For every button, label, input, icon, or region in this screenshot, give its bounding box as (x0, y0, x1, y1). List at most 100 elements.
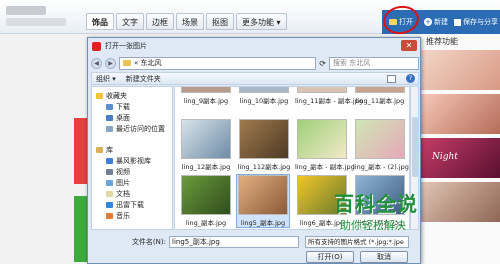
image-preview (297, 87, 347, 93)
file-thumbnail[interactable]: ling_112副本.jpg (237, 119, 291, 171)
nav-recent[interactable]: 最近访问的位置 (106, 124, 165, 134)
file-name: ling_11副本.jpg (355, 97, 405, 105)
nav-storm-library[interactable]: 暴风影视库 (106, 156, 151, 166)
file-thumbnail[interactable]: ling_10副本.jpg (237, 87, 291, 105)
close-button[interactable]: ✕ (401, 40, 417, 51)
nav-label: 视频 (116, 168, 130, 176)
video-library-icon (106, 158, 113, 164)
back-arrow-icon[interactable]: ◀ (91, 57, 102, 69)
tab-border[interactable]: 边框 (146, 13, 174, 30)
save-share-label: 保存与分享 (463, 18, 498, 26)
nav-libraries[interactable]: 库 (96, 145, 113, 155)
new-button[interactable]: + 新建 (424, 15, 448, 29)
recommend-title: 推荐功能 (426, 37, 458, 46)
nav-desktop[interactable]: 桌面 (106, 113, 130, 123)
address-bar[interactable]: « 东北风 (119, 56, 317, 70)
file-name: ling_11副本 - 副本.jpg (295, 97, 363, 105)
file-name: ling_9副本.jpg (183, 97, 229, 105)
nav-documents[interactable]: 文档 (106, 189, 130, 199)
video-icon (106, 169, 113, 175)
file-type-select[interactable]: 所有支持的图片格式 (*.jpg;*.jpe (305, 236, 409, 248)
recommend-image-1[interactable] (420, 50, 500, 90)
tab-scene[interactable]: 场景 (176, 13, 204, 30)
filename-input[interactable]: ling5_副本.jpg (169, 236, 299, 248)
filename-label: 文件名(N): (131, 238, 166, 246)
file-name: ling_12副本.jpg (181, 163, 231, 171)
recommend-image-3[interactable]: Night (420, 138, 500, 178)
tab-cutout[interactable]: 抠图 (206, 13, 234, 30)
file-name: ling_112副本.jpg (237, 163, 291, 171)
download-icon (106, 104, 113, 110)
tab-text[interactable]: 文字 (116, 13, 144, 30)
file-name: ling_副本 - (2).jpg (353, 163, 409, 171)
search-input[interactable]: 搜索 东北风 (329, 56, 419, 70)
open-file-button[interactable]: 打开(O) (306, 251, 354, 263)
library-icon (96, 147, 103, 153)
dialog-titlebar: 打开一张图片 (88, 38, 420, 54)
app-icon (92, 41, 101, 51)
documents-icon (106, 191, 113, 197)
watermark-title: 百科全说 (334, 192, 418, 216)
file-thumbnail[interactable]: ling_11副本.jpg (353, 87, 407, 105)
address-row: ◀ ▶ « 东北风 ⟳ 搜索 东北风 (91, 56, 419, 70)
pictures-icon (106, 180, 113, 186)
nav-favorites[interactable]: 收藏夹 (96, 91, 127, 101)
cancel-button[interactable]: 取消 (360, 251, 408, 263)
file-name: ling5_副本.jpg (240, 219, 286, 227)
star-icon (96, 93, 103, 99)
nav-downloads[interactable]: 下载 (106, 102, 130, 112)
desktop-icon (106, 115, 113, 121)
nav-label: 收藏夹 (106, 92, 127, 100)
file-thumbnail[interactable]: ling_12副本.jpg (179, 119, 233, 171)
nav-music[interactable]: 音乐 (106, 211, 130, 221)
feature-tabs: 饰品 文字 边框 场景 抠图 更多功能 ▾ (86, 13, 287, 30)
dialog-toolbar: 组织 ▾ 新建文件夹 ? (91, 72, 419, 85)
nav-label: 音乐 (116, 212, 130, 220)
watermark-subtitle: 助你轻松解决 (340, 219, 406, 232)
dialog-title: 打开一张图片 (105, 42, 147, 50)
plus-icon: + (424, 18, 432, 26)
organize-menu[interactable]: 组织 ▾ (96, 74, 116, 84)
watermark: 百科全说 助你轻松解决 (334, 188, 450, 236)
file-thumbnail[interactable]: ling_11副本 - 副本.jpg (295, 87, 363, 105)
view-options-icon[interactable] (387, 74, 396, 83)
image-preview (355, 87, 405, 93)
new-folder-button[interactable]: 新建文件夹 (126, 74, 161, 84)
app-subtitle-blur (6, 18, 66, 26)
image-preview (181, 175, 231, 215)
navigation-pane: 收藏夹 下载 桌面 最近访问的位置 库 暴风影视库 视频 图片 文档 迅雷下载 … (91, 86, 173, 230)
address-path: « 东北风 (134, 59, 162, 67)
filename-row: 文件名(N): ling5_副本.jpg 所有支持的图片格式 (*.jpg;*.… (91, 236, 419, 248)
new-label: 新建 (434, 18, 448, 26)
app-logo (6, 6, 46, 15)
file-name: ling_10副本.jpg (239, 97, 289, 105)
recommend-image-2[interactable] (420, 94, 500, 134)
file-thumbnail[interactable]: ling_9副本.jpg (179, 87, 233, 105)
image-preview (238, 175, 288, 215)
red-side-tab (74, 118, 88, 184)
tab-more[interactable]: 更多功能 ▾ (236, 13, 287, 30)
file-thumbnail-selected[interactable]: ling5_副本.jpg (236, 174, 290, 228)
image-preview (239, 87, 289, 93)
nav-label: 迅雷下载 (116, 201, 144, 209)
file-thumbnail[interactable]: ling_副本 - (2).jpg (353, 119, 409, 171)
help-icon[interactable]: ? (406, 74, 415, 83)
save-share-button[interactable]: 保存与分享 (454, 15, 498, 29)
thunder-icon (106, 202, 113, 208)
nav-label: 下载 (116, 103, 130, 111)
image-preview (239, 119, 289, 159)
file-name: ling_副本 - 副本.jpg (295, 163, 355, 171)
green-side-tab (74, 196, 88, 262)
forward-arrow-icon[interactable]: ▶ (105, 57, 116, 69)
nav-videos[interactable]: 视频 (106, 167, 130, 177)
file-thumbnail[interactable]: ling_副本.jpg (179, 175, 233, 227)
nav-pictures[interactable]: 图片 (106, 178, 130, 188)
nav-thunder[interactable]: 迅雷下载 (106, 200, 144, 210)
file-name: ling_副本.jpg (185, 219, 227, 227)
file-thumbnail[interactable]: ling_副本 - 副本.jpg (295, 119, 355, 171)
tab-accessories[interactable]: 饰品 (86, 13, 114, 30)
image-preview (181, 87, 231, 93)
scrollbar-thumb[interactable] (412, 117, 418, 177)
dialog-buttons: 打开(O) 取消 (306, 251, 408, 263)
refresh-icon[interactable]: ⟳ (319, 59, 326, 68)
